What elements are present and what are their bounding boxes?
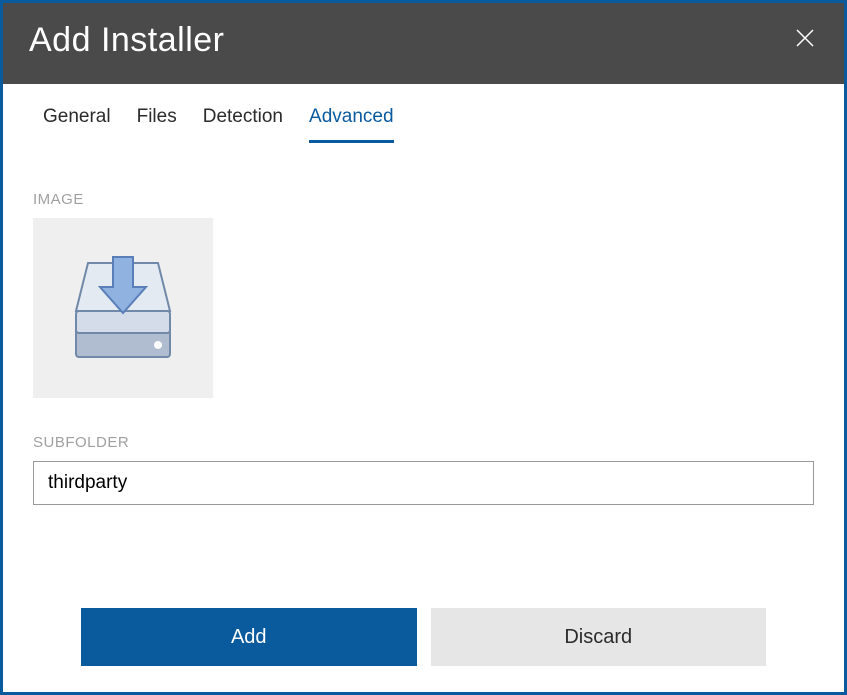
tab-detection[interactable]: Detection (203, 106, 283, 143)
subfolder-field: SUBFOLDER (33, 434, 814, 505)
tab-bar: General Files Detection Advanced (3, 84, 844, 143)
subfolder-input[interactable] (33, 461, 814, 505)
subfolder-label: SUBFOLDER (33, 434, 814, 451)
tab-content: IMAGE SUBFOLDER (3, 143, 844, 608)
image-preview[interactable] (33, 218, 213, 398)
tab-general[interactable]: General (43, 106, 111, 143)
add-button[interactable]: Add (81, 608, 417, 666)
dialog-footer: Add Discard (3, 608, 844, 692)
dialog-title: Add Installer (29, 21, 225, 60)
close-icon (796, 29, 814, 47)
tab-advanced[interactable]: Advanced (309, 106, 394, 143)
close-button[interactable] (792, 25, 818, 56)
dialog-header: Add Installer (3, 3, 844, 84)
discard-button[interactable]: Discard (431, 608, 767, 666)
image-label: IMAGE (33, 191, 814, 208)
tab-files[interactable]: Files (137, 106, 177, 143)
add-installer-dialog: Add Installer General Files Detection Ad… (0, 0, 847, 695)
installer-icon (68, 251, 178, 366)
